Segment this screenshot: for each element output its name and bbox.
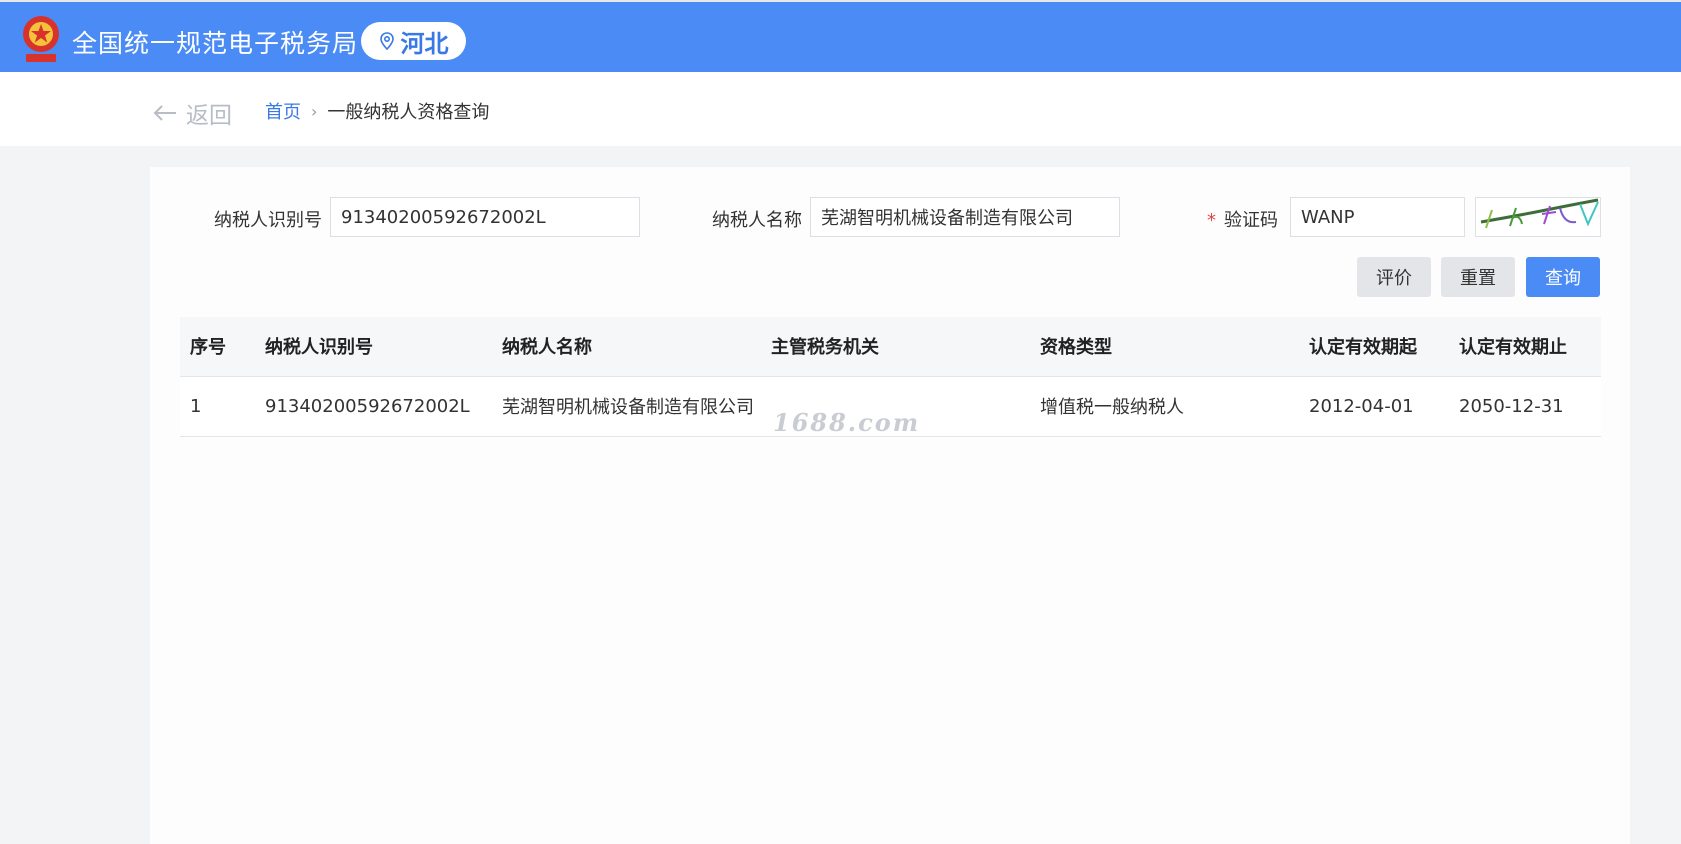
top-header-bar: 全国统一规范电子税务局 河北 — [0, 0, 1681, 72]
breadcrumb-separator: › — [311, 101, 318, 121]
taxpayer-id-input[interactable] — [330, 197, 640, 237]
navigation-bar: 返回 首页 › 一般纳税人资格查询 — [0, 72, 1681, 146]
taxpayer-name-label: 纳税人名称 — [712, 210, 802, 231]
back-label: 返回 — [186, 103, 232, 129]
column-header: 主管税务机关 — [761, 317, 1030, 377]
table-cell: 91340200592672002L — [255, 376, 492, 437]
column-header: 认定有效期起 — [1299, 317, 1449, 377]
taxpayer-name-input[interactable] — [810, 197, 1120, 237]
column-header: 纳税人识别号 — [255, 317, 492, 377]
location-pin-icon — [379, 32, 394, 50]
captcha-label: 验证码 — [1224, 210, 1278, 231]
breadcrumb: 首页 › 一般纳税人资格查询 — [265, 98, 489, 124]
query-button[interactable]: 查询 — [1526, 257, 1600, 297]
region-selector[interactable]: 河北 — [361, 22, 466, 60]
captcha-distortion-graphic — [1480, 198, 1599, 229]
table-header-row: 序号 纳税人识别号 纳税人名称 主管税务机关 资格类型 认定有效期起 认定有效期… — [180, 317, 1601, 377]
captcha-image[interactable] — [1475, 197, 1601, 237]
table-cell: 增值税一般纳税人 — [1030, 376, 1299, 437]
watermark-text: 1688.com — [773, 408, 921, 437]
reset-button[interactable]: 重置 — [1441, 257, 1515, 297]
table-cell: 1 — [180, 376, 255, 437]
back-button[interactable]: 返回 — [152, 96, 232, 130]
breadcrumb-current-page: 一般纳税人资格查询 — [327, 102, 490, 123]
column-header: 纳税人名称 — [492, 317, 761, 377]
breadcrumb-home-link[interactable]: 首页 — [265, 98, 301, 124]
arrow-left-icon — [153, 105, 176, 121]
evaluate-button[interactable]: 评价 — [1357, 257, 1431, 297]
column-header: 认定有效期止 — [1449, 317, 1601, 377]
site-title: 全国统一规范电子税务局 — [72, 29, 359, 58]
table-cell: 2050-12-31 — [1449, 376, 1601, 437]
table-cell: 芜湖智明机械设备制造有限公司 — [492, 376, 761, 437]
region-label: 河北 — [400, 29, 449, 58]
column-header: 序号 — [180, 317, 255, 377]
table-cell: 2012-04-01 — [1299, 376, 1449, 437]
captcha-input[interactable] — [1290, 197, 1465, 237]
tax-emblem-icon — [23, 16, 59, 62]
taxpayer-id-label: 纳税人识别号 — [214, 210, 322, 231]
captcha-label-group: * 验证码 — [1207, 206, 1278, 232]
column-header: 资格类型 — [1030, 317, 1299, 377]
required-mark: * — [1207, 210, 1216, 231]
